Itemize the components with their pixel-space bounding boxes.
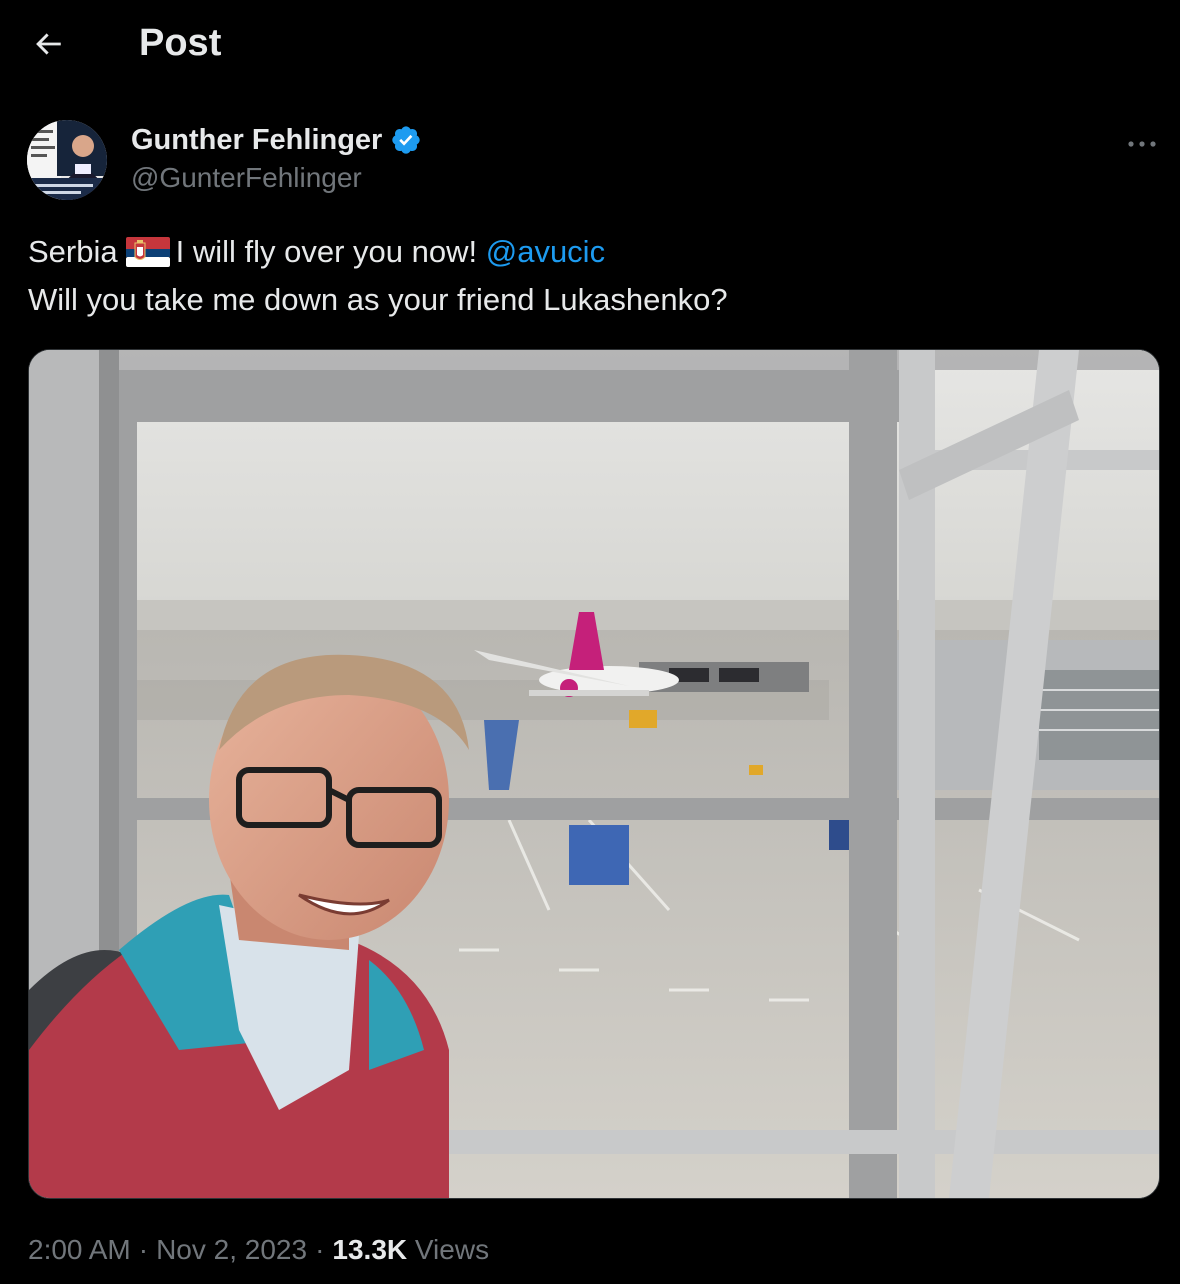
tweet-time[interactable]: 2:00 AM: [28, 1234, 131, 1265]
tweet-photo[interactable]: [28, 349, 1160, 1199]
tweet-text: Serbia I will fly over you now! @avucic …: [28, 228, 1152, 324]
page-title: Post: [139, 22, 222, 64]
more-options-button[interactable]: [1114, 124, 1170, 164]
tweet-date[interactable]: Nov 2, 2023: [156, 1234, 307, 1265]
tweet-text-suffix: I will fly over you now!: [175, 234, 478, 269]
tweet-text-prefix: Serbia: [28, 234, 118, 269]
selfie-photo: [29, 350, 1159, 1198]
tweet-line-1: Serbia I will fly over you now! @avucic: [28, 228, 1152, 276]
author-display-name[interactable]: Gunther Fehlinger: [131, 124, 382, 157]
more-dots-icon: [1128, 141, 1156, 147]
mention-link[interactable]: @avucic: [486, 234, 605, 269]
serbia-flag-icon: [125, 237, 170, 267]
author-handle[interactable]: @GunterFehlinger: [131, 162, 362, 194]
top-bar: Post: [0, 0, 1180, 88]
separator: ·: [315, 1234, 325, 1265]
avatar[interactable]: [27, 120, 107, 200]
separator: ·: [138, 1234, 149, 1265]
verified-badge-icon: [392, 126, 421, 154]
views-count: 13.3K: [332, 1234, 408, 1265]
tweet-meta: 2:00 AM · Nov 2, 2023 · 13.3K Views: [28, 1228, 489, 1272]
author-name-row: Gunther Fehlinger: [131, 120, 422, 160]
views-label: Views: [414, 1234, 490, 1265]
tweet-line-2: Will you take me down as your friend Luk…: [28, 282, 728, 317]
arrow-left-icon: [36, 33, 61, 55]
back-button[interactable]: [20, 16, 76, 72]
